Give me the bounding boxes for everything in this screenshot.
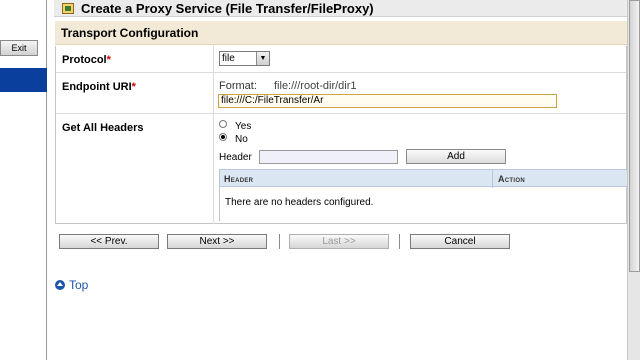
format-example: file:///root-dir/dir1 (274, 80, 357, 92)
column-header-header: Header (224, 174, 254, 184)
last-button[interactable]: Last >> (289, 234, 389, 249)
protocol-select[interactable]: file ▼ (219, 51, 270, 66)
headers-table-header: Header Action (220, 169, 627, 188)
cancel-button[interactable]: Cancel (410, 234, 510, 249)
scrollbar-thumb[interactable] (629, 0, 640, 272)
column-header-action: Action (498, 174, 525, 184)
no-radio[interactable] (219, 133, 227, 141)
left-nav-selected-item[interactable] (0, 68, 47, 92)
protocol-selected-value: file (222, 53, 235, 64)
top-link[interactable]: Top (55, 278, 88, 292)
prev-button[interactable]: << Prev. (59, 234, 159, 249)
section-title: Transport Configuration (61, 25, 199, 40)
left-nav-panel: Exit (0, 0, 47, 360)
endpoint-row: Endpoint URI* Format: file:///root-dir/d… (56, 73, 626, 114)
header-field-label: Header (219, 152, 252, 163)
format-label: Format: (219, 80, 257, 92)
chevron-down-icon[interactable]: ▼ (256, 52, 269, 65)
empty-headers-message: There are no headers configured. (225, 197, 374, 208)
top-link-label: Top (69, 278, 89, 292)
transport-form: Protocol* file ▼ Endpoint URI* Format: f… (55, 46, 627, 224)
yes-radio-label: Yes (235, 121, 252, 132)
page-header: Create a Proxy Service (File Transfer/Fi… (54, 0, 627, 17)
vertical-scrollbar[interactable] (627, 0, 640, 360)
get-all-headers-label: Get All Headers (62, 122, 144, 134)
protocol-label: Protocol* (62, 54, 111, 66)
button-separator (399, 234, 400, 249)
next-button[interactable]: Next >> (167, 234, 267, 249)
header-input[interactable] (259, 150, 398, 164)
protocol-row: Protocol* file ▼ (56, 46, 626, 73)
endpoint-uri-input[interactable]: file:///C:/FileTransfer/Ar (218, 94, 557, 108)
proxy-service-icon (62, 2, 74, 14)
add-header-button[interactable]: Add (406, 149, 506, 164)
section-header: Transport Configuration (55, 21, 627, 45)
yes-radio[interactable] (219, 120, 227, 128)
exit-button[interactable]: Exit (0, 40, 38, 56)
button-separator (279, 234, 280, 249)
endpoint-label: Endpoint URI* (62, 81, 136, 93)
get-all-headers-row: Get All Headers Yes No Header Add Header… (56, 114, 627, 224)
page-title: Create a Proxy Service (File Transfer/Fi… (81, 0, 374, 16)
arrow-up-icon (55, 280, 65, 290)
headers-table: Header Action There are no headers confi… (219, 169, 627, 221)
no-radio-label: No (235, 134, 248, 145)
